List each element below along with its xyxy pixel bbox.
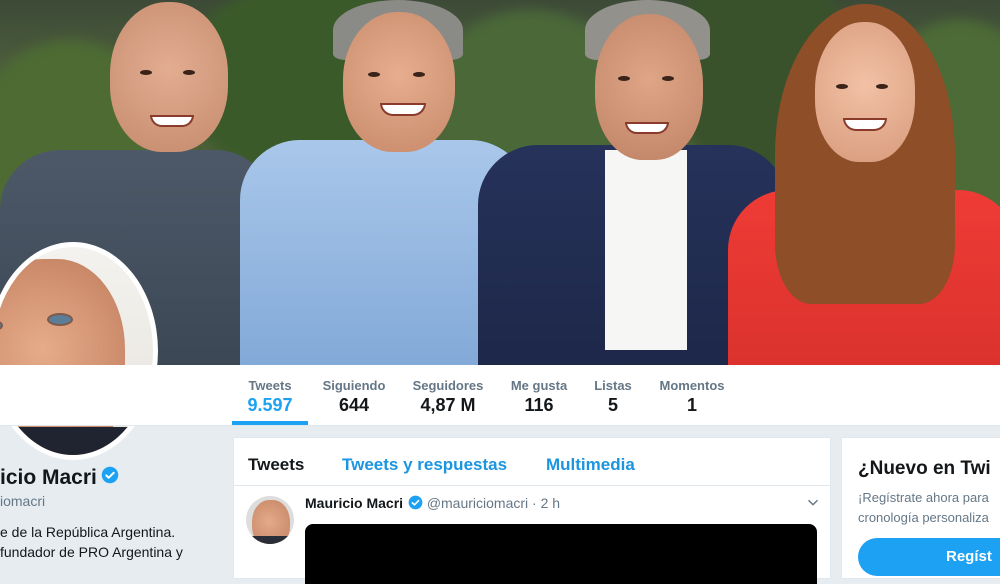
stat-siguiendo[interactable]: Siguiendo 644 [318,365,390,425]
stat-value: 644 [338,395,370,415]
stat-value: 4,87 M [420,395,476,415]
signup-text-line: cronología personaliza [858,510,989,525]
stat-listas[interactable]: Listas 5 [588,365,638,425]
tweet-separator: · [532,495,537,511]
stat-value: 9.597 [247,395,293,415]
verified-badge-icon [101,466,119,490]
tweet-header: Mauricio Macri @mauriciomacri · 2 h [305,495,560,513]
profile-name: icio Macri [0,466,119,490]
stat-value: 5 [607,395,618,415]
tweet-avatar[interactable] [246,496,294,544]
stat-tweets[interactable]: Tweets 9.597 [232,365,308,425]
stat-value: 116 [524,395,554,415]
stat-label: Momentos [659,378,725,393]
divider [234,485,830,486]
signup-card: ¿Nuevo en Twi ¡Regístrate ahora para cro… [841,437,1000,579]
profile-stats-bar: Tweets 9.597 Siguiendo 644 Seguidores 4,… [0,365,1000,426]
signup-button[interactable]: Regíst [858,538,1000,576]
tweet-author-handle[interactable]: @mauriciomacri [427,495,528,511]
bio-line: fundador de PRO Argentina y [0,544,183,560]
profile-avatar[interactable] [0,242,158,460]
tab-tweets-replies[interactable]: Tweets y respuestas [342,455,507,475]
profile-name-text: icio Macri [0,466,97,489]
stat-label: Me gusta [510,378,568,393]
signup-text: ¡Regístrate ahora para cronología person… [858,488,989,528]
profile-bio: e de la República Argentina. fundador de… [0,522,225,562]
tab-media[interactable]: Multimedia [546,455,635,475]
chevron-down-icon[interactable] [806,496,820,515]
avatar-suit [0,427,153,455]
verified-badge-icon [408,495,423,513]
signup-text-line: ¡Regístrate ahora para [858,490,989,505]
stat-momentos[interactable]: Momentos 1 [656,365,728,425]
signup-title: ¿Nuevo en Twi [858,458,991,479]
stat-me-gusta[interactable]: Me gusta 116 [504,365,574,425]
timeline-card: Tweets Tweets y respuestas Multimedia Ma… [233,437,831,584]
tweet-author-name[interactable]: Mauricio Macri [305,495,403,511]
profile-handle[interactable]: iomacri [0,493,45,509]
stat-label: Tweets [248,378,292,393]
stat-value: 1 [686,395,697,415]
tweet-timestamp[interactable]: 2 h [541,495,560,511]
tweet-media[interactable] [305,524,817,584]
stat-seguidores[interactable]: Seguidores 4,87 M [406,365,490,425]
stat-label: Siguiendo [322,378,386,393]
stat-label: Listas [594,378,632,393]
stat-label: Seguidores [412,378,484,393]
tab-tweets[interactable]: Tweets [248,455,304,475]
bio-line: e de la República Argentina. [0,524,176,540]
